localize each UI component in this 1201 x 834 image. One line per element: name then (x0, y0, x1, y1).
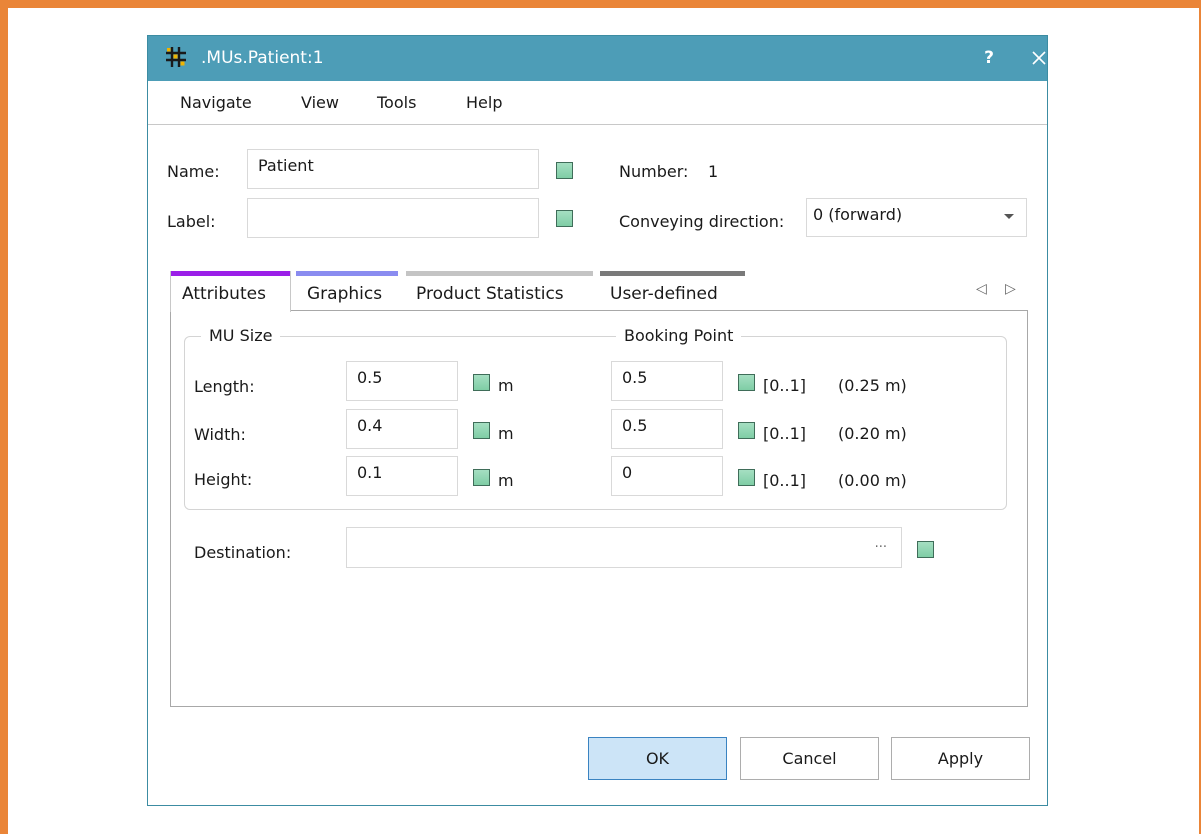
mu-dialog: .MUs.Patient:1 ? Navigate View Tools Hel… (147, 35, 1048, 806)
name-field[interactable]: Patient (247, 149, 539, 189)
tab-product-statistics-color-stripe (406, 271, 593, 276)
booking-length-computed: (0.25 m) (838, 376, 907, 395)
menu-bar: Navigate View Tools Help (148, 81, 1047, 125)
booking-height-computed: (0.00 m) (838, 471, 907, 490)
booking-point-title: Booking Point (616, 326, 742, 345)
height-field[interactable]: 0.1 (346, 456, 458, 496)
close-button[interactable] (1024, 42, 1054, 74)
length-inherit-checkbox[interactable] (473, 374, 490, 391)
conveying-direction-value: 0 (forward) (813, 205, 903, 224)
conveying-direction-select[interactable]: 0 (forward) (806, 198, 1027, 237)
booking-width-computed: (0.20 m) (838, 424, 907, 443)
label-inherit-checkbox[interactable] (556, 210, 573, 227)
tab-graphics-label: Graphics (307, 284, 383, 304)
number-label: Number: (619, 162, 689, 181)
name-inherit-checkbox[interactable] (556, 162, 573, 179)
title-bar[interactable]: .MUs.Patient:1 ? (148, 36, 1047, 81)
name-label: Name: (167, 162, 220, 181)
tab-attributes-color-stripe (171, 271, 290, 276)
close-icon (1032, 51, 1046, 65)
booking-height-field[interactable]: 0 (611, 456, 723, 496)
help-button[interactable]: ? (974, 42, 1004, 74)
destination-field[interactable]: ... (346, 527, 902, 568)
booking-height-range: [0..1] (763, 471, 807, 490)
ok-button[interactable]: OK (588, 737, 727, 780)
tab-scroll-right-icon[interactable]: ▷ (1005, 281, 1016, 297)
tab-user-defined-color-stripe (600, 271, 745, 276)
height-unit: m (498, 471, 514, 490)
width-inherit-checkbox[interactable] (473, 422, 490, 439)
tab-attributes-label: Attributes (182, 284, 266, 304)
menu-tools[interactable]: Tools (377, 93, 416, 112)
label-field[interactable] (247, 198, 539, 238)
length-unit: m (498, 376, 514, 395)
booking-width-range: [0..1] (763, 424, 807, 443)
cancel-button[interactable]: Cancel (740, 737, 879, 780)
tab-product-statistics-label: Product Statistics (416, 284, 564, 304)
mu-size-title: MU Size (201, 326, 281, 345)
width-label: Width: (194, 425, 246, 444)
height-inherit-checkbox[interactable] (473, 469, 490, 486)
booking-height-inherit-checkbox[interactable] (738, 469, 755, 486)
destination-browse-button[interactable]: ... (875, 536, 887, 551)
window-title: .MUs.Patient:1 (201, 48, 324, 68)
tab-attributes[interactable]: Attributes (170, 271, 291, 312)
booking-length-inherit-checkbox[interactable] (738, 374, 755, 391)
apply-button[interactable]: Apply (891, 737, 1030, 780)
label-label: Label: (167, 212, 216, 231)
menu-view[interactable]: View (301, 93, 339, 112)
booking-width-field[interactable]: 0.5 (611, 409, 723, 449)
tab-scroll-left-icon[interactable]: ◁ (976, 281, 987, 297)
width-unit: m (498, 424, 514, 443)
number-value: 1 (708, 162, 719, 181)
destination-inherit-checkbox[interactable] (917, 541, 934, 558)
booking-length-range: [0..1] (763, 376, 807, 395)
menu-navigate[interactable]: Navigate (180, 93, 252, 112)
length-field[interactable]: 0.5 (346, 361, 458, 401)
height-label: Height: (194, 470, 253, 489)
tab-graphics-color-stripe (296, 271, 398, 276)
destination-label: Destination: (194, 543, 292, 562)
booking-width-inherit-checkbox[interactable] (738, 422, 755, 439)
menu-help[interactable]: Help (466, 93, 502, 112)
booking-length-field[interactable]: 0.5 (611, 361, 723, 401)
tab-graphics[interactable]: Graphics (296, 271, 398, 311)
tab-user-defined[interactable]: User-defined (600, 271, 745, 311)
chevron-down-icon (1004, 214, 1014, 219)
width-field[interactable]: 0.4 (346, 409, 458, 449)
tab-product-statistics[interactable]: Product Statistics (406, 271, 593, 311)
tab-user-defined-label: User-defined (610, 284, 718, 304)
length-label: Length: (194, 377, 255, 396)
grid-app-icon (166, 47, 186, 67)
conveying-direction-label: Conveying direction: (619, 212, 785, 231)
